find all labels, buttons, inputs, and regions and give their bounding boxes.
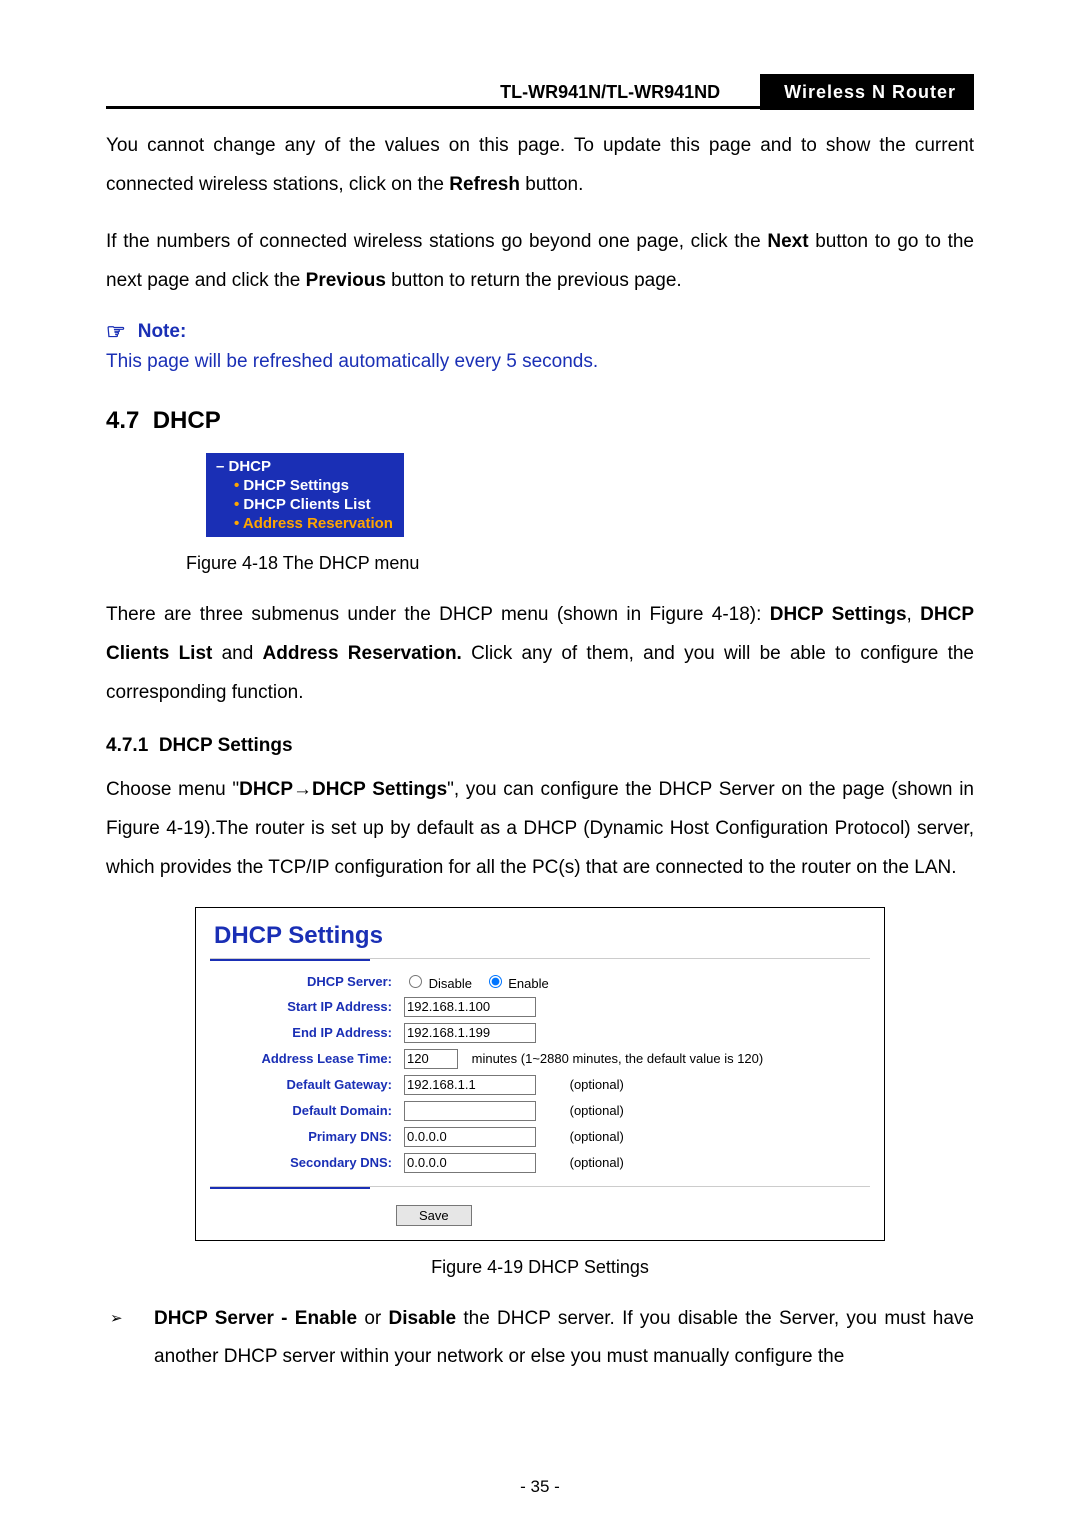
radio-disable-text: Disable (429, 976, 472, 991)
figure-4-19-caption: Figure 4-19 DHCP Settings (106, 1257, 974, 1278)
sec471-intro-arrow: → (293, 779, 312, 800)
secondary-dns-input[interactable] (404, 1153, 536, 1173)
sec471-intro-a: Choose menu " (106, 779, 239, 800)
dhcp-settings-form: DHCP Server: Disable Enable Start IP Add… (196, 969, 884, 1176)
note-label: Note: (138, 321, 187, 343)
intro-p1c: button. (520, 174, 583, 195)
label-primary-dns: Primary DNS: (196, 1124, 398, 1150)
optional-text-4: (optional) (570, 1155, 624, 1170)
sec47-para-f: Address Reservation. (263, 643, 462, 664)
label-dhcp-server: DHCP Server: (196, 969, 398, 994)
bp1-bold: DHCP Server - Enable (154, 1308, 364, 1329)
sec47-para-c: , (907, 604, 921, 625)
label-default-gateway: Default Gateway: (196, 1072, 398, 1098)
page-number: - 35 - (0, 1477, 1080, 1497)
label-lease-time: Address Lease Time: (196, 1046, 398, 1072)
menu-root: DHCP (206, 457, 404, 476)
menu-item-address-reservation: Address Reservation (206, 514, 404, 533)
sec471-intro-c: DHCP Settings (312, 779, 447, 800)
sec471-title: DHCP Settings (159, 735, 293, 756)
default-domain-input[interactable] (404, 1101, 536, 1121)
intro-p2a: If the numbers of connected wireless sta… (106, 231, 767, 252)
sec471-intro-b: DHCP (239, 779, 293, 800)
radio-disable-label[interactable]: Disable (404, 976, 472, 991)
doc-header-model: TL-WR941N/TL-WR941ND (106, 82, 760, 103)
dhcp-settings-figure: DHCP Settings DHCP Server: Disable Enabl… (195, 907, 885, 1241)
radio-enable[interactable] (489, 975, 502, 988)
intro-text: You cannot change any of the values on t… (106, 127, 974, 301)
intro-p2d: Previous (306, 270, 386, 291)
intro-p1b: Refresh (449, 174, 520, 195)
start-ip-input[interactable] (404, 997, 536, 1017)
intro-p2b: Next (767, 231, 808, 252)
lease-time-input[interactable] (404, 1049, 458, 1069)
radio-disable[interactable] (409, 975, 422, 988)
optional-text: (optional) (570, 1077, 624, 1092)
bullet-dhcp-server: ➢ DHCP Server - Enable or Disable the DH… (106, 1300, 974, 1376)
optional-text-2: (optional) (570, 1103, 624, 1118)
doc-header-product: Wireless N Router (760, 74, 974, 110)
note-body: This page will be refreshed automaticall… (106, 347, 974, 377)
optional-text-3: (optional) (570, 1129, 624, 1144)
primary-dns-input[interactable] (404, 1127, 536, 1147)
bullet-icon: ➢ (110, 1304, 123, 1334)
note-heading: ☞ Note: (106, 319, 974, 345)
radio-enable-label[interactable]: Enable (484, 976, 549, 991)
menu-item-dhcp-settings: DHCP Settings (206, 476, 404, 495)
label-secondary-dns: Secondary DNS: (196, 1150, 398, 1176)
doc-header: TL-WR941N/TL-WR941ND Wireless N Router (106, 78, 974, 109)
end-ip-input[interactable] (404, 1023, 536, 1043)
section-4-7-1-heading: 4.7.1 DHCP Settings (106, 735, 974, 757)
bp1-bold2: Disable (381, 1308, 463, 1329)
lease-time-hint: minutes (1~2880 minutes, the default val… (472, 1051, 764, 1066)
sec47-title: DHCP (153, 407, 221, 434)
dhcp-settings-title: DHCP Settings (214, 922, 884, 950)
sec471-num: 4.7.1 (106, 735, 148, 756)
sec47-para-e: and (212, 643, 262, 664)
label-start-ip: Start IP Address: (196, 994, 398, 1020)
label-end-ip: End IP Address: (196, 1020, 398, 1046)
bp1-mid: or (364, 1308, 381, 1329)
radio-enable-text: Enable (508, 976, 548, 991)
intro-p2e: button to return the previous page. (386, 270, 682, 291)
sec47-para-b: DHCP Settings (770, 604, 907, 625)
default-gateway-input[interactable] (404, 1075, 536, 1095)
sec47-num: 4.7 (106, 407, 139, 434)
dhcp-menu-figure: DHCP DHCP Settings DHCP Clients List Add… (206, 453, 404, 537)
pointing-hand-icon: ☞ (106, 319, 126, 345)
save-button[interactable]: Save (396, 1205, 472, 1226)
sec47-para-a: There are three submenus under the DHCP … (106, 604, 770, 625)
menu-item-dhcp-clients: DHCP Clients List (206, 495, 404, 514)
label-default-domain: Default Domain: (196, 1098, 398, 1124)
figure-4-18-caption: Figure 4-18 The DHCP menu (186, 553, 974, 574)
section-4-7-heading: 4.7 DHCP (106, 407, 974, 435)
